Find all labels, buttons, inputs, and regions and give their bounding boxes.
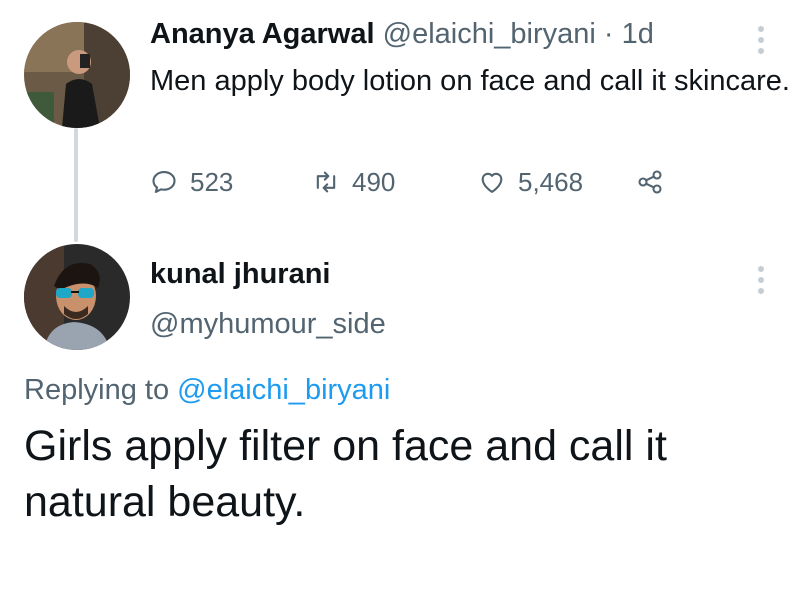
retweet-button[interactable]: 490 <box>312 162 395 202</box>
reply-button[interactable]: 523 <box>150 162 233 202</box>
separator: · <box>603 18 614 50</box>
like-count: 5,468 <box>518 166 584 197</box>
author-handle[interactable]: @elaichi_biryani <box>383 18 596 50</box>
avatar-image <box>24 244 130 350</box>
thread-line <box>74 128 78 242</box>
avatar[interactable] <box>24 22 130 128</box>
replying-to: Replying to @elaichi_biryani <box>24 372 390 408</box>
more-icon[interactable] <box>756 26 766 59</box>
share-button[interactable] <box>636 162 676 202</box>
reply-text: Girls apply filter on face and call it n… <box>24 422 667 526</box>
share-icon <box>638 170 662 194</box>
tweet-text: Men apply body lotion on face and call i… <box>150 65 790 97</box>
avatar-image <box>24 22 130 128</box>
avatar[interactable] <box>24 244 130 350</box>
tweet-header: Ananya Agarwal @elaichi_biryani · 1d <box>150 16 654 52</box>
author-name[interactable]: Ananya Agarwal <box>150 18 375 50</box>
reply-author-handle[interactable]: @myhumour_side <box>150 306 386 342</box>
reply-count: 523 <box>190 166 234 197</box>
retweet-count: 490 <box>352 166 396 197</box>
heart-icon <box>481 172 503 193</box>
mention-link[interactable]: @elaichi_biryani <box>177 374 390 406</box>
like-button[interactable]: 5,468 <box>478 162 583 202</box>
reply-icon <box>152 171 176 193</box>
more-icon[interactable] <box>756 266 766 299</box>
tweet-actions: 523 490 5,468 <box>150 162 710 202</box>
tweet-time[interactable]: 1d <box>622 18 654 50</box>
replying-prefix: Replying to <box>24 374 170 406</box>
retweet-icon <box>316 171 336 193</box>
reply-author-name[interactable]: kunal jhurani <box>150 256 330 292</box>
